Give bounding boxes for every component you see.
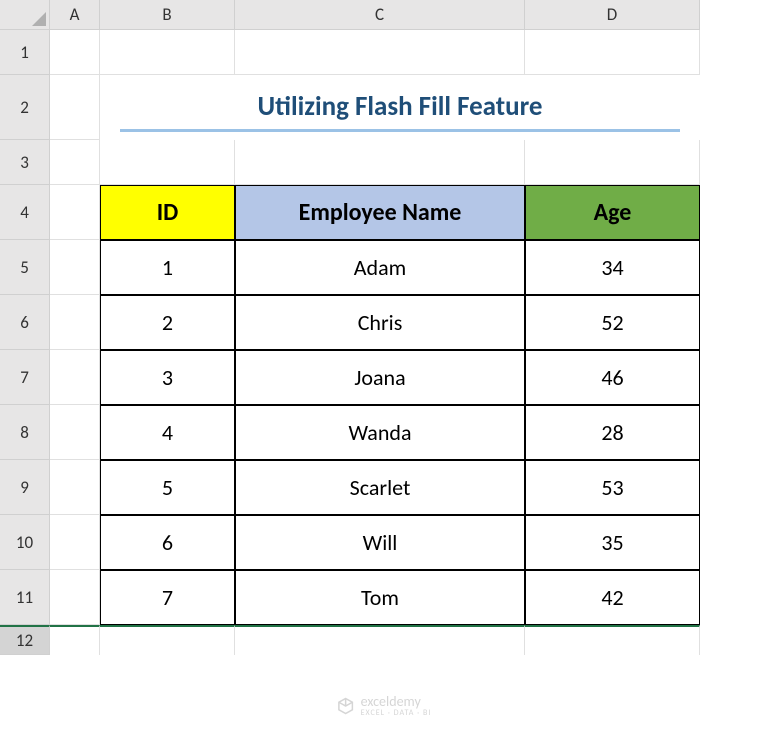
- spreadsheet-grid: A B C D 1 2 Utilizing Flash Fill Feature…: [0, 0, 768, 655]
- cell-D1[interactable]: [525, 30, 700, 75]
- table-row-name[interactable]: Joana: [235, 350, 525, 405]
- table-row-age[interactable]: 28: [525, 405, 700, 460]
- table-row-name[interactable]: Will: [235, 515, 525, 570]
- table-row-id[interactable]: 3: [100, 350, 235, 405]
- col-header-B[interactable]: B: [100, 0, 235, 30]
- cell-D3[interactable]: [525, 140, 700, 185]
- cell-A2[interactable]: [50, 75, 100, 140]
- cell-A7[interactable]: [50, 350, 100, 405]
- select-all-corner[interactable]: [0, 0, 50, 30]
- table-row-id[interactable]: 4: [100, 405, 235, 460]
- row-header-2[interactable]: 2: [0, 75, 50, 140]
- row-header-7[interactable]: 7: [0, 350, 50, 405]
- table-row-name[interactable]: Tom: [235, 570, 525, 625]
- cell-A9[interactable]: [50, 460, 100, 515]
- cell-B3[interactable]: [100, 140, 235, 185]
- table-row-id[interactable]: 1: [100, 240, 235, 295]
- cell-A5[interactable]: [50, 240, 100, 295]
- page-title: Utilizing Flash Fill Feature: [120, 83, 680, 132]
- cell-A12[interactable]: [50, 625, 100, 655]
- cell-C3[interactable]: [235, 140, 525, 185]
- cell-A1[interactable]: [50, 30, 100, 75]
- table-header-name[interactable]: Employee Name: [235, 185, 525, 240]
- table-row-age[interactable]: 35: [525, 515, 700, 570]
- row-header-10[interactable]: 10: [0, 515, 50, 570]
- watermark-tagline: EXCEL · DATA · BI: [361, 709, 432, 717]
- table-row-id[interactable]: 6: [100, 515, 235, 570]
- table-header-age[interactable]: Age: [525, 185, 700, 240]
- cell-D12[interactable]: [525, 625, 700, 655]
- cell-C1[interactable]: [235, 30, 525, 75]
- cell-A4[interactable]: [50, 185, 100, 240]
- table-row-name[interactable]: Scarlet: [235, 460, 525, 515]
- cube-icon: [337, 697, 355, 715]
- cell-A6[interactable]: [50, 295, 100, 350]
- row-header-3[interactable]: 3: [0, 140, 50, 185]
- cell-A10[interactable]: [50, 515, 100, 570]
- row-header-11[interactable]: 11: [0, 570, 50, 625]
- row-header-12[interactable]: 12: [0, 625, 50, 655]
- table-row-name[interactable]: Wanda: [235, 405, 525, 460]
- row-header-6[interactable]: 6: [0, 295, 50, 350]
- row-header-9[interactable]: 9: [0, 460, 50, 515]
- table-row-age[interactable]: 34: [525, 240, 700, 295]
- table-header-id[interactable]: ID: [100, 185, 235, 240]
- col-header-D[interactable]: D: [525, 0, 700, 30]
- watermark-brand: exceldemy: [361, 695, 432, 709]
- table-row-age[interactable]: 52: [525, 295, 700, 350]
- row-header-1[interactable]: 1: [0, 30, 50, 75]
- table-row-id[interactable]: 2: [100, 295, 235, 350]
- row-header-8[interactable]: 8: [0, 405, 50, 460]
- table-row-name[interactable]: Chris: [235, 295, 525, 350]
- table-row-name[interactable]: Adam: [235, 240, 525, 295]
- cell-C12[interactable]: [235, 625, 525, 655]
- row-header-5[interactable]: 5: [0, 240, 50, 295]
- row-header-4[interactable]: 4: [0, 185, 50, 240]
- cell-B12[interactable]: [100, 625, 235, 655]
- cell-A11[interactable]: [50, 570, 100, 625]
- watermark: exceldemy EXCEL · DATA · BI: [337, 695, 432, 717]
- table-row-age[interactable]: 42: [525, 570, 700, 625]
- table-row-age[interactable]: 46: [525, 350, 700, 405]
- cell-A8[interactable]: [50, 405, 100, 460]
- col-header-A[interactable]: A: [50, 0, 100, 30]
- table-row-id[interactable]: 5: [100, 460, 235, 515]
- cell-A3[interactable]: [50, 140, 100, 185]
- col-header-C[interactable]: C: [235, 0, 525, 30]
- table-row-id[interactable]: 7: [100, 570, 235, 625]
- cell-B1[interactable]: [100, 30, 235, 75]
- table-row-age[interactable]: 53: [525, 460, 700, 515]
